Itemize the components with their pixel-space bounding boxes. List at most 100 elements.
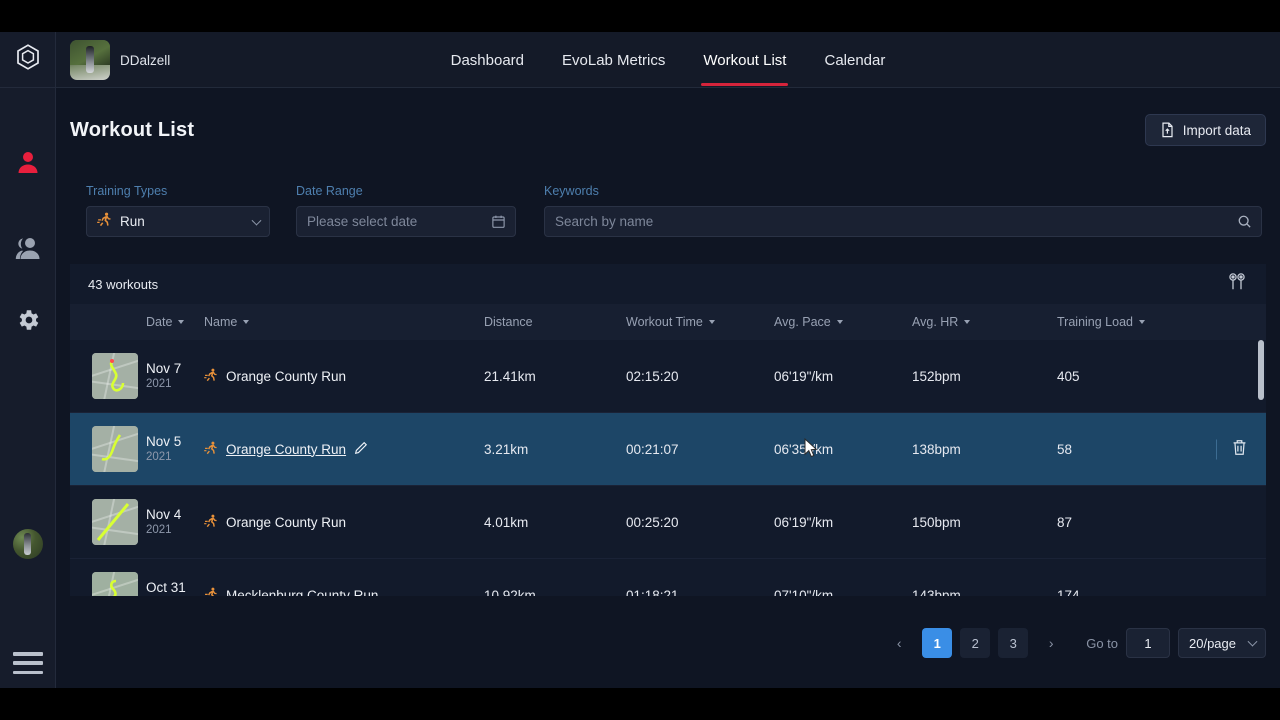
sort-arrow-icon <box>178 320 185 324</box>
row-distance: 4.01km <box>484 514 529 530</box>
running-icon <box>204 368 218 385</box>
running-icon <box>204 587 218 596</box>
table-row[interactable]: Nov 5 2021 Orange County Run 3.21km 00:2… <box>70 413 1266 486</box>
workout-name[interactable]: Mecklenburg County Run <box>226 588 378 597</box>
date-range-placeholder: Please select date <box>307 214 418 229</box>
import-data-button[interactable]: Import data <box>1144 114 1266 146</box>
sort-arrow-icon <box>836 320 843 324</box>
row-distance: 3.21km <box>484 441 529 457</box>
calendar-icon <box>491 214 506 234</box>
table-header-row: Date Name Distance Workout Time Avg. Pac… <box>70 304 1266 340</box>
trash-delete-icon[interactable] <box>1231 439 1248 460</box>
th-name[interactable]: Name <box>204 315 484 329</box>
running-icon <box>204 441 218 458</box>
gear-icon <box>15 307 41 333</box>
pagination: ‹ 1 2 3 › Go to 1 20/page <box>884 628 1266 658</box>
row-name-cell: Mecklenburg County Run <box>204 587 484 597</box>
pagination-page-3[interactable]: 3 <box>998 628 1029 658</box>
hamburger-menu-icon[interactable] <box>13 652 43 674</box>
table-toolbar: 43 workouts <box>70 264 1266 304</box>
pagination-next-button[interactable]: › <box>1036 628 1066 658</box>
filter-date-range: Date Range Please select date <box>296 184 516 237</box>
page-title: Workout List <box>70 118 195 141</box>
row-avg-pace: 06'35"/km <box>774 441 834 457</box>
page-size-value: 20/page <box>1189 635 1236 651</box>
scrollbar-thumb[interactable] <box>1258 340 1264 400</box>
workout-name[interactable]: Orange County Run <box>226 369 346 384</box>
column-settings-icon[interactable] <box>1226 272 1248 296</box>
training-types-value: Run <box>120 214 145 229</box>
row-avg-hr: 138bpm <box>912 441 961 457</box>
pencil-edit-icon[interactable] <box>354 441 368 458</box>
th-distance[interactable]: Distance <box>484 315 626 329</box>
row-avg-pace: 07'10"/km <box>774 587 834 597</box>
app-logo[interactable] <box>0 32 56 88</box>
row-distance: 10.92km <box>484 587 536 597</box>
tab-evolab-metrics[interactable]: EvoLab Metrics <box>560 35 667 86</box>
tab-dashboard[interactable]: Dashboard <box>449 35 526 86</box>
th-date[interactable]: Date <box>146 315 204 329</box>
route-map-thumbnail <box>92 426 138 472</box>
date-range-input[interactable]: Please select date <box>296 206 516 237</box>
running-icon <box>97 212 112 232</box>
date-range-label: Date Range <box>296 184 363 198</box>
table-row[interactable]: Nov 4 2021 Orange County Run 4.01km 00:2… <box>70 486 1266 559</box>
sort-arrow-icon <box>243 320 250 324</box>
pagination-prev-button[interactable]: ‹ <box>884 628 914 658</box>
avatar[interactable] <box>13 529 43 559</box>
page-size-select[interactable]: 20/page <box>1178 628 1266 658</box>
workout-count: 43 workouts <box>88 276 159 292</box>
filter-keywords: Keywords Search by name <box>544 184 1262 237</box>
group-icon <box>14 235 42 261</box>
row-training-load: 87 <box>1057 514 1073 530</box>
tab-workout-list[interactable]: Workout List <box>701 35 789 86</box>
table-row[interactable]: Nov 7 2021 Orange County Run 21.41km 02:… <box>70 340 1266 413</box>
row-avg-pace: 06'19"/km <box>774 514 834 530</box>
pagination-page-1[interactable]: 1 <box>922 628 953 658</box>
row-training-load: 58 <box>1057 441 1073 457</box>
workout-name[interactable]: Orange County Run <box>226 442 346 457</box>
file-import-icon <box>1160 122 1175 138</box>
app-viewport: DDalzell Dashboard EvoLab Metrics Workou… <box>0 32 1280 688</box>
sidebar-item-athlete[interactable] <box>0 142 56 182</box>
sort-arrow-icon <box>1138 320 1145 324</box>
hexagon-logo-icon <box>16 44 40 75</box>
workout-name[interactable]: Orange County Run <box>226 515 346 530</box>
sort-arrow-icon <box>964 320 971 324</box>
row-workout-time: 01:18:21 <box>626 587 679 597</box>
nav-tabs: Dashboard EvoLab Metrics Workout List Ca… <box>56 32 1280 88</box>
tab-calendar[interactable]: Calendar <box>822 35 887 86</box>
row-date-cell: Nov 4 2021 <box>146 506 182 536</box>
th-training-load[interactable]: Training Load <box>1057 315 1177 329</box>
workout-table: 43 workouts Date Name Distance Workout T… <box>70 264 1266 596</box>
search-icon[interactable] <box>1237 214 1252 234</box>
sidebar-item-team[interactable] <box>0 228 56 268</box>
pagination-page-2[interactable]: 2 <box>960 628 991 658</box>
th-avg-hr[interactable]: Avg. HR <box>912 315 1057 329</box>
row-avg-hr: 143bpm <box>912 587 961 597</box>
sidebar-item-settings[interactable] <box>0 300 56 340</box>
letterbox-bottom <box>0 688 1280 720</box>
training-types-select[interactable]: Run <box>86 206 270 237</box>
row-workout-time: 00:25:20 <box>626 514 679 530</box>
letterbox-top <box>0 0 1280 32</box>
row-map-cell <box>70 499 146 545</box>
chevron-down-icon <box>1247 636 1258 647</box>
th-avg-pace[interactable]: Avg. Pace <box>774 315 912 329</box>
filter-training-types: Training Types Run <box>86 184 270 237</box>
row-workout-time: 00:21:07 <box>626 441 679 457</box>
top-navigation: DDalzell Dashboard EvoLab Metrics Workou… <box>56 32 1280 88</box>
goto-page-input[interactable]: 1 <box>1126 628 1170 658</box>
keywords-search-input[interactable]: Search by name <box>544 206 1262 237</box>
table-scrollbar[interactable] <box>1258 340 1264 590</box>
row-distance: 21.41km <box>484 368 536 384</box>
app-root: DDalzell Dashboard EvoLab Metrics Workou… <box>0 0 1280 720</box>
row-name-cell: Orange County Run <box>204 441 484 458</box>
row-training-load: 174 <box>1057 587 1080 597</box>
table-row[interactable]: Oct 31 2021 <box>70 559 1266 596</box>
th-workout-time[interactable]: Workout Time <box>626 315 774 329</box>
row-date-cell: Nov 5 2021 <box>146 433 182 463</box>
row-map-cell <box>70 353 146 399</box>
chevron-down-icon <box>251 215 262 226</box>
training-types-label: Training Types <box>86 184 168 198</box>
